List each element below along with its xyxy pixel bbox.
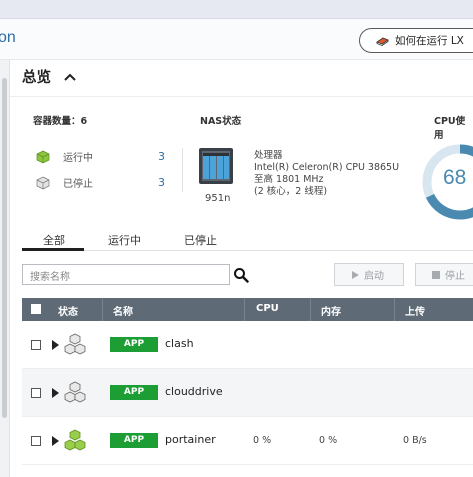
stop-button[interactable]: 停止 [415,263,473,286]
book-icon [376,37,389,46]
column-name[interactable]: 名称 [113,303,133,318]
stopped-container-icon [64,333,86,355]
table-header: 状态 名称 CPU 内存 上传 [22,298,473,321]
app-brand: on [0,29,16,46]
running-count-row[interactable]: 运行中 3 [36,149,165,164]
stopped-container-icon [64,381,86,403]
running-cube-icon [36,150,50,163]
search-input[interactable]: 搜索名称 [22,264,230,285]
column-separator [244,298,245,321]
top-strip [0,0,473,19]
nas-name: 951n [205,193,231,204]
stopped-count-row[interactable]: 已停止 3 [36,175,165,190]
running-count: 3 [158,150,165,163]
filter-tabs: 全部 运行中 已停止 [22,226,473,251]
expand-arrow-icon[interactable] [52,436,59,446]
column-separator [394,298,395,321]
cpu-usage-label: CPU使用 [434,116,466,141]
start-label: 启动 [364,271,384,282]
tab-stopped[interactable]: 已停止 [184,232,217,248]
column-separator [102,298,103,321]
processor-info: 处理器 Intel(R) Celeron(R) CPU 3865U 至高 180… [254,150,399,198]
table-row[interactable]: APP clouddrive [22,369,473,417]
tab-running[interactable]: 运行中 [108,232,141,248]
app-type-badge: APP [110,337,158,352]
row-checkbox[interactable] [31,340,41,350]
howto-button[interactable]: 如何在运行 LX [359,28,473,53]
stopped-cube-icon [36,176,50,189]
container-name[interactable]: portainer [165,433,216,446]
column-upload[interactable]: 上传 [405,303,425,318]
start-button[interactable]: 启动 [334,263,404,286]
chevron-up-icon[interactable] [63,72,77,82]
left-scrollbar[interactable] [0,60,10,477]
column-memory[interactable]: 内存 [321,303,341,318]
app-type-badge: APP [110,433,158,448]
nas-device-icon [199,148,233,184]
column-separator [310,298,311,321]
processor-line: (2 核心，2 线程) [254,186,328,197]
overview-divider [182,148,183,192]
upload-value: 0 B/s [403,435,427,446]
cpu-usage-value: 68 [443,166,467,189]
container-count-label: 容器数量：6 [33,116,88,127]
processor-line: 处理器 [254,150,283,161]
table-row[interactable]: APP clash [22,321,473,369]
row-checkbox[interactable] [31,388,41,398]
app-header: on 如何在运行 LX [0,19,473,60]
row-checkbox[interactable] [31,436,41,446]
overview-header[interactable]: 总览 [22,66,77,87]
select-all-checkbox[interactable] [31,304,41,314]
active-tab-indicator [22,248,84,251]
stop-icon [432,270,440,279]
column-cpu[interactable]: CPU [256,303,279,314]
search-icon[interactable] [233,267,249,283]
running-label: 运行中 [63,153,93,164]
stopped-label: 已停止 [63,179,93,190]
section-title: 总览 [22,70,51,86]
tab-all[interactable]: 全部 [43,232,65,248]
expand-arrow-icon[interactable] [52,388,59,398]
column-status[interactable]: 状态 [58,303,78,318]
howto-label: 如何在运行 LX [395,35,464,47]
stop-label: 停止 [445,271,465,282]
nas-status-label: NAS状态 [200,116,242,127]
scrollbar-thumb[interactable] [2,78,7,418]
container-name[interactable]: clash [165,337,194,350]
expand-arrow-icon[interactable] [52,340,59,350]
processor-line: 至高 1801 MHz [254,174,324,185]
running-container-icon [64,429,86,451]
container-name[interactable]: clouddrive [165,385,223,398]
play-icon [352,270,359,279]
memory-value: 0 % [319,435,338,446]
app-type-badge: APP [110,385,158,400]
table-row[interactable]: APP portainer 0 % 0 % 0 B/s [22,417,473,465]
processor-line: Intel(R) Celeron(R) CPU 3865U [254,162,400,173]
cpu-value: 0 % [253,435,272,446]
stopped-count: 3 [158,176,165,189]
